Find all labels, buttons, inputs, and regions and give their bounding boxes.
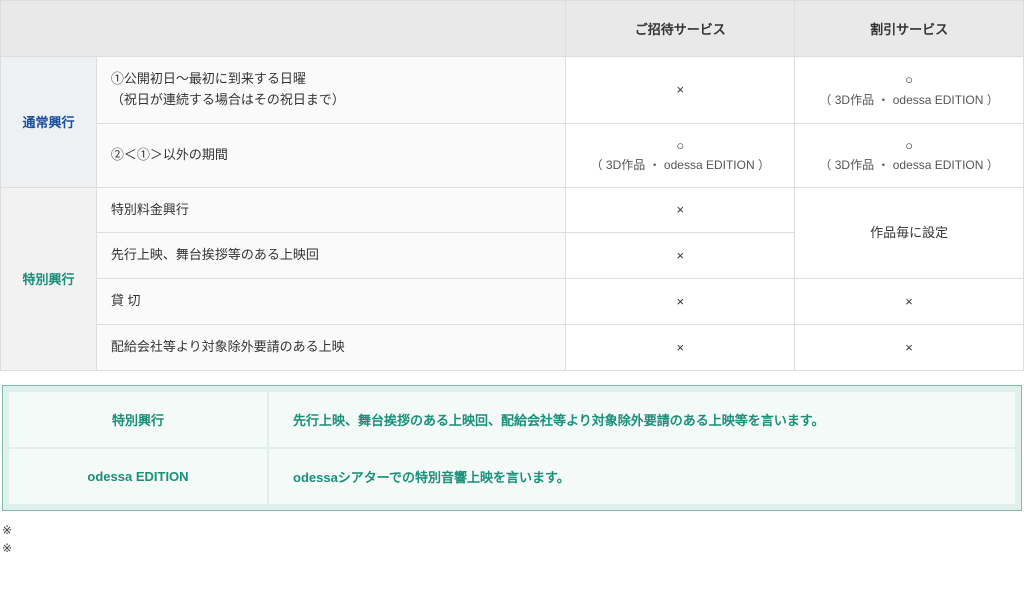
special-row4-discount: ×	[795, 324, 1024, 370]
special-row3-label: 貸 切	[96, 279, 565, 325]
mark: ○	[676, 138, 684, 153]
normal-row1-discount: ○ （ 3D作品 ・ odessa EDITION ）	[795, 57, 1024, 124]
note: （ 3D作品 ・ odessa EDITION ）	[591, 158, 770, 172]
corner-cell	[1, 1, 566, 57]
special-row4-invite: ×	[566, 324, 795, 370]
def-text-1: 先行上映、舞台挨拶のある上映回、配給会社等より対象除外要請のある上映等を言います…	[268, 391, 1016, 448]
normal-row1-label-line2: （祝日が連続する場合はその祝日まで）	[111, 92, 345, 107]
group-special: 特別興行	[1, 187, 97, 370]
def-text-2: odessaシアターでの特別音響上映を言います。	[268, 448, 1016, 505]
normal-row1-invite: ×	[566, 57, 795, 124]
header-discount: 割引サービス	[795, 1, 1024, 57]
normal-row2-label: ②＜①＞以外の期間	[96, 123, 565, 187]
special-row2-label: 先行上映、舞台挨拶等のある上映回	[96, 233, 565, 279]
def-term-2: odessa EDITION	[8, 448, 268, 505]
special-row2-invite: ×	[566, 233, 795, 279]
normal-row2-discount: ○ （ 3D作品 ・ odessa EDITION ）	[795, 123, 1024, 187]
definitions-table: 特別興行 先行上映、舞台挨拶のある上映回、配給会社等より対象除外要請のある上映等…	[7, 390, 1017, 506]
normal-row2-invite: ○ （ 3D作品 ・ odessa EDITION ）	[566, 123, 795, 187]
special-row1-label: 特別料金興行	[96, 187, 565, 233]
definitions-box: 特別興行 先行上映、舞台挨拶のある上映回、配給会社等より対象除外要請のある上映等…	[2, 385, 1022, 511]
special-row4-label: 配給会社等より対象除外要請のある上映	[96, 324, 565, 370]
note: （ 3D作品 ・ odessa EDITION ）	[819, 93, 998, 107]
mark: ○	[905, 72, 913, 87]
special-row3-discount: ×	[795, 279, 1024, 325]
def-term-1: 特別興行	[8, 391, 268, 448]
header-invite: ご招待サービス	[566, 1, 795, 57]
normal-row1-label: ①公開初日～最初に到来する日曜 （祝日が連続する場合はその祝日まで）	[96, 57, 565, 124]
mark: ○	[905, 138, 913, 153]
footnotes: ※ ※	[2, 521, 1022, 557]
service-table: ご招待サービス 割引サービス 通常興行 ①公開初日～最初に到来する日曜 （祝日が…	[0, 0, 1024, 371]
special-row12-discount: 作品毎に設定	[795, 187, 1024, 279]
normal-row1-label-line1: ①公開初日～最初に到来する日曜	[111, 71, 306, 86]
group-normal: 通常興行	[1, 57, 97, 188]
footnote-2: ※	[2, 539, 1022, 557]
note: （ 3D作品 ・ odessa EDITION ）	[819, 158, 998, 172]
special-row1-invite: ×	[566, 187, 795, 233]
special-row3-invite: ×	[566, 279, 795, 325]
footnote-1: ※	[2, 521, 1022, 539]
